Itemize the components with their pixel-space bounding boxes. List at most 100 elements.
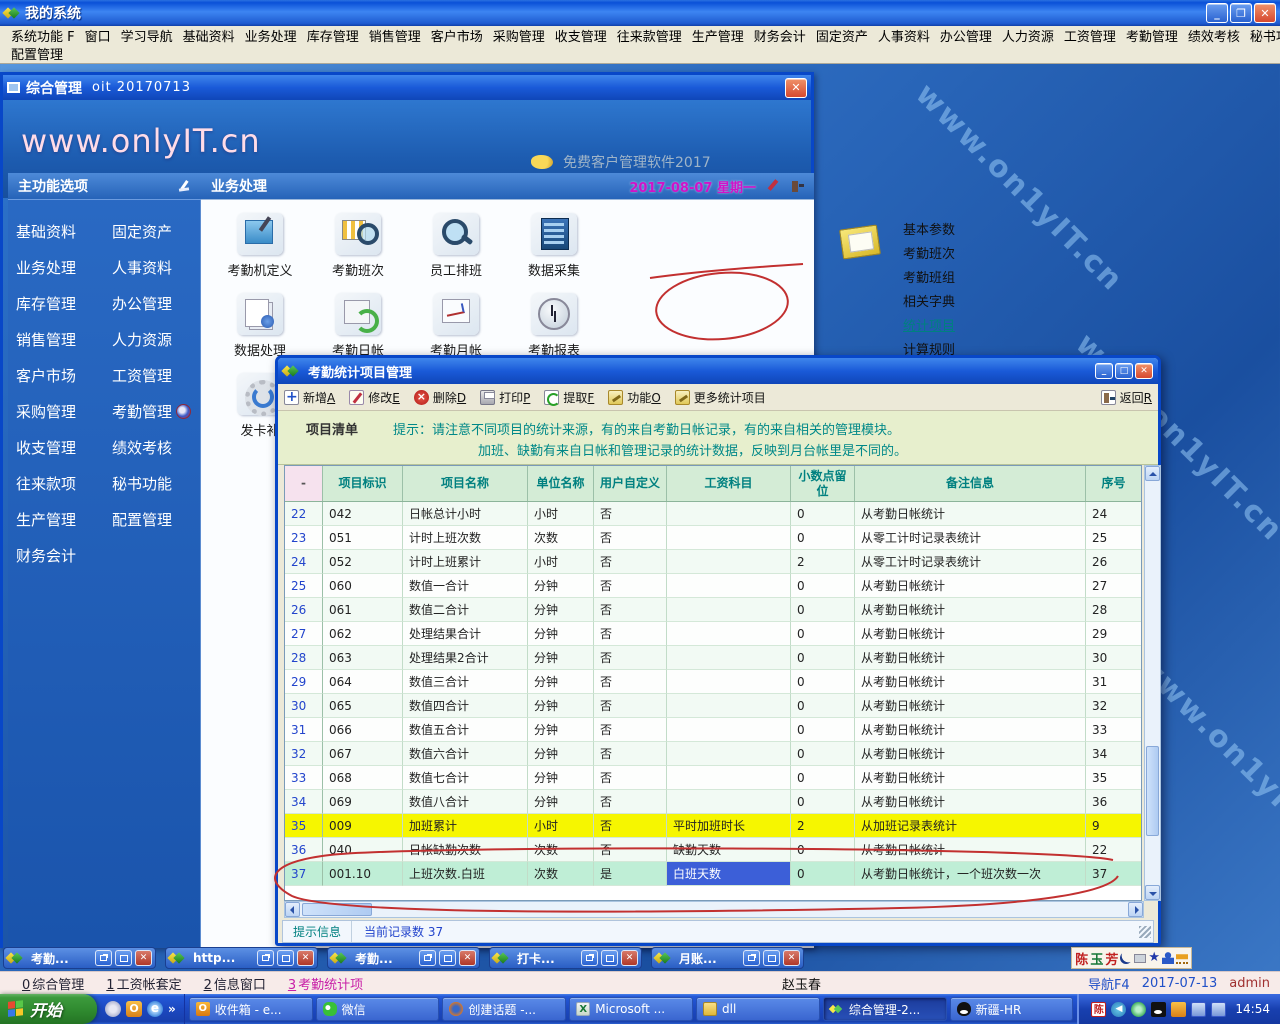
menu-item[interactable]: 销售管理 (364, 26, 426, 45)
table-cell[interactable]: 37 (1086, 862, 1141, 886)
restore-icon[interactable] (95, 950, 112, 966)
table-cell[interactable]: 次数 (528, 838, 594, 862)
panel-link[interactable]: 考勤班次 (903, 243, 955, 262)
table-cell[interactable]: 0 (791, 574, 855, 598)
table-cell[interactable]: 30 (285, 694, 323, 718)
table-row[interactable]: 29064数值三合计分钟否0从考勤日帐统计31 (285, 670, 1141, 694)
table-cell[interactable]: 数值六合计 (403, 742, 528, 766)
menu-item[interactable]: 工资管理 (1059, 26, 1121, 45)
table-row[interactable]: 23051计时上班次数次数否0从零工计时记录表统计25 (285, 526, 1141, 550)
table-row[interactable]: 31066数值五合计分钟否0从考勤日帐统计33 (285, 718, 1141, 742)
table-cell[interactable]: 从考勤日帐统计 (855, 718, 1086, 742)
table-cell[interactable]: 0 (791, 694, 855, 718)
table-cell[interactable]: 066 (323, 718, 403, 742)
column-header[interactable]: 小数点留位 (791, 466, 855, 501)
menu-item[interactable]: 收支管理 (550, 26, 612, 45)
table-cell[interactable]: 051 (323, 526, 403, 550)
menu-item[interactable]: 生产管理 (687, 26, 749, 45)
maximize-icon[interactable]: □ (1115, 363, 1133, 379)
table-cell[interactable]: 36 (1086, 790, 1141, 814)
table-cell[interactable]: 2 (791, 814, 855, 838)
ime-icon[interactable]: 陈 (1091, 1002, 1106, 1017)
table-row[interactable]: 37001.10上班次数.白班次数是白班天数0从考勤日帐统计，一个班次数一次37 (285, 862, 1141, 886)
table-cell[interactable] (667, 718, 791, 742)
horizontal-scrollbar[interactable] (284, 901, 1144, 918)
module-shortcut[interactable]: 数据采集 (505, 213, 603, 279)
table-cell[interactable]: 数值三合计 (403, 670, 528, 694)
table-cell[interactable]: 从考勤日帐统计 (855, 622, 1086, 646)
table-cell[interactable]: 数值七合计 (403, 766, 528, 790)
menu-item[interactable]: 固定资产 (811, 26, 873, 45)
table-cell[interactable]: 从加班记录表统计 (855, 814, 1086, 838)
outlook-icon[interactable]: O (126, 1001, 142, 1017)
table-cell[interactable]: 0 (791, 838, 855, 862)
menu-item[interactable]: 采购管理 (488, 26, 550, 45)
toolbar-button-a[interactable]: 新增A (284, 389, 335, 406)
table-cell[interactable] (667, 550, 791, 574)
restore-button[interactable]: ❐ (1230, 3, 1252, 23)
scroll-up-button[interactable] (1145, 466, 1160, 481)
table-cell[interactable] (667, 622, 791, 646)
menu-item[interactable]: 配置管理 (6, 44, 68, 63)
close-icon[interactable]: ✕ (135, 950, 152, 966)
menu-item[interactable]: 往来款管理 (612, 26, 687, 45)
close-icon[interactable]: ✕ (785, 78, 807, 98)
scroll-right-button[interactable] (1128, 902, 1143, 917)
sidebar-item[interactable]: 往来款项 (8, 473, 104, 494)
table-row[interactable]: 28063处理结果2合计分钟否0从考勤日帐统计30 (285, 646, 1141, 670)
table-cell[interactable] (667, 598, 791, 622)
mdi-window-button[interactable]: 月账...✕ (651, 947, 804, 969)
table-cell[interactable]: 否 (594, 718, 667, 742)
table-cell[interactable]: 27 (1086, 574, 1141, 598)
table-cell[interactable]: 次数 (528, 526, 594, 550)
panel-link[interactable]: 考勤班组 (903, 267, 955, 286)
table-cell[interactable]: 次数 (528, 862, 594, 886)
table-cell[interactable]: 分钟 (528, 742, 594, 766)
menu-item[interactable]: 绩效考核 (1183, 26, 1245, 45)
table-cell[interactable]: 分钟 (528, 622, 594, 646)
table-cell[interactable]: 36 (285, 838, 323, 862)
table-cell[interactable]: 否 (594, 742, 667, 766)
table-cell[interactable] (667, 526, 791, 550)
table-cell[interactable]: 37 (285, 862, 323, 886)
table-cell[interactable]: 平时加班时长 (667, 814, 791, 838)
table-cell[interactable]: 22 (1086, 838, 1141, 862)
table-cell[interactable]: 否 (594, 838, 667, 862)
table-row[interactable]: 24052计时上班累计小时否2从零工计时记录表统计26 (285, 550, 1141, 574)
module-shortcut[interactable]: 考勤报表 (505, 293, 603, 359)
table-cell[interactable]: 25 (1086, 526, 1141, 550)
table-cell[interactable]: 069 (323, 790, 403, 814)
table-cell[interactable]: 31 (285, 718, 323, 742)
table-row[interactable]: 35009加班累计小时否平时加班时长2从加班记录表统计9 (285, 814, 1141, 838)
menu-item[interactable]: 窗口 (80, 26, 116, 45)
table-cell[interactable]: 日帐总计小时 (403, 502, 528, 526)
chevron-icon[interactable]: » (168, 1002, 176, 1016)
tray-collapse-icon[interactable]: ◀ (1111, 1002, 1126, 1017)
minimize-button[interactable]: _ (1206, 3, 1228, 23)
table-cell[interactable]: 从考勤日帐统计 (855, 574, 1086, 598)
close-icon[interactable]: ✕ (1135, 363, 1153, 379)
table-cell[interactable]: 25 (285, 574, 323, 598)
sidebar-item[interactable]: 收支管理 (8, 437, 104, 458)
table-cell[interactable]: 22 (285, 502, 323, 526)
table-cell[interactable]: 24 (285, 550, 323, 574)
table-cell[interactable]: 否 (594, 766, 667, 790)
table-cell[interactable]: 29 (1086, 622, 1141, 646)
table-cell[interactable]: 0 (791, 790, 855, 814)
table-cell[interactable]: 060 (323, 574, 403, 598)
table-cell[interactable]: 小时 (528, 814, 594, 838)
panel-link[interactable]: 相关字典 (903, 291, 955, 310)
table-cell[interactable]: 小时 (528, 550, 594, 574)
table-cell[interactable]: 2 (791, 550, 855, 574)
table-cell[interactable]: 0 (791, 766, 855, 790)
table-cell[interactable]: 24 (1086, 502, 1141, 526)
module-shortcut[interactable]: 员工排班 (407, 213, 505, 279)
table-cell[interactable]: 分钟 (528, 646, 594, 670)
table-cell[interactable]: 34 (285, 790, 323, 814)
restore-icon[interactable] (581, 950, 598, 966)
table-cell[interactable]: 否 (594, 574, 667, 598)
scroll-left-button[interactable] (285, 902, 300, 917)
tab-item-list[interactable]: 项目清单 (306, 419, 358, 438)
table-cell[interactable] (667, 742, 791, 766)
sidebar-item[interactable]: 固定资产 (104, 221, 201, 242)
